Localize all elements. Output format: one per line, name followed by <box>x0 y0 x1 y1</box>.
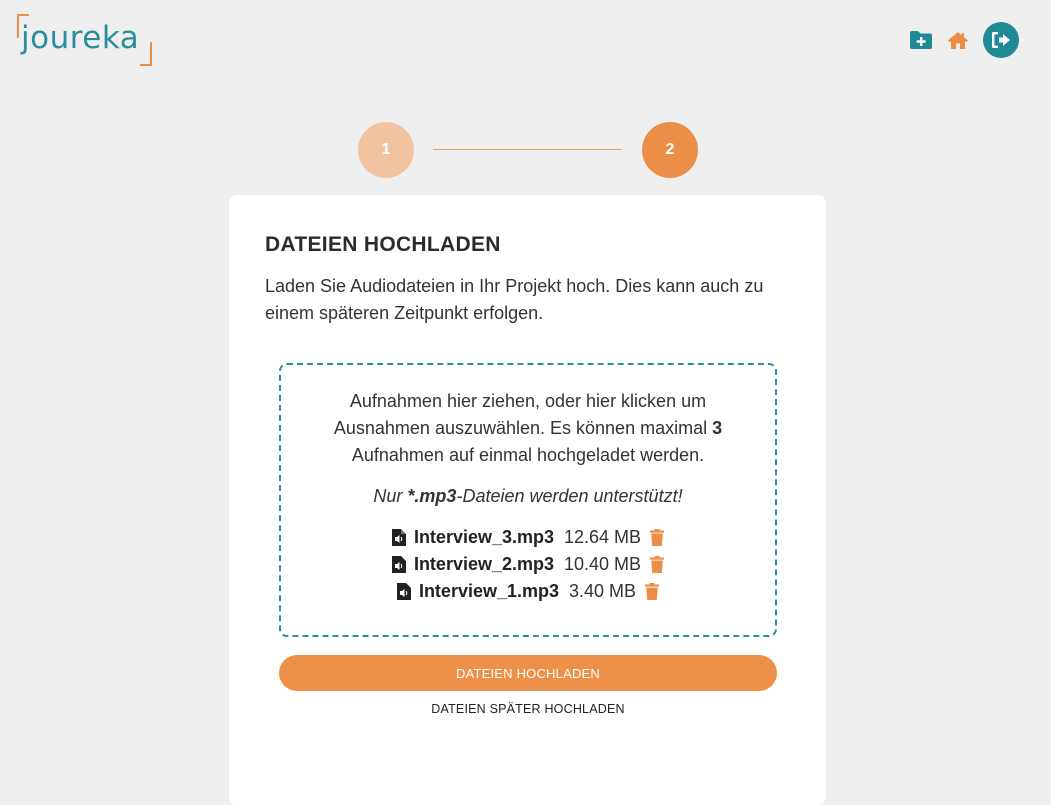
file-item: Interview_3.mp3 12.64 MB <box>281 524 775 551</box>
dropzone-instructions: Aufnahmen hier ziehen, oder hier klicken… <box>333 391 723 465</box>
file-item: Interview_2.mp3 10.40 MB <box>281 551 775 578</box>
header-actions <box>909 22 1019 58</box>
file-size: 3.40 MB <box>569 581 637 601</box>
file-item: Interview_1.mp3 3.40 MB <box>281 578 775 605</box>
file-name: Interview_3.mp3 <box>413 527 554 547</box>
stepper: 1 2 <box>358 122 698 178</box>
file-list: Interview_3.mp3 12.64 MB Interview_2.mp3… <box>281 524 775 605</box>
file-size: 12.64 MB <box>564 527 642 547</box>
logout-button[interactable] <box>983 22 1019 58</box>
upload-later-link[interactable]: DATEIEN SPÄTER HOCHLADEN <box>279 702 777 716</box>
logo-text: joureka <box>21 20 140 56</box>
trash-icon[interactable] <box>645 583 660 600</box>
logo-corner-bottom-right <box>140 42 152 66</box>
trash-icon[interactable] <box>650 556 665 573</box>
file-name: Interview_1.mp3 <box>418 581 559 601</box>
joureka-logo[interactable]: joureka <box>17 14 152 66</box>
upload-description: Laden Sie Audiodateien in Ihr Projekt ho… <box>265 276 764 323</box>
step-1[interactable]: 1 <box>358 122 414 178</box>
max-files-count: 3 <box>712 418 723 438</box>
folder-plus-icon[interactable] <box>909 30 933 50</box>
trash-icon[interactable] <box>650 529 665 546</box>
logout-icon <box>992 32 1010 48</box>
format-note: Nur *.mp3-Dateien werden unterstützt! <box>373 486 683 506</box>
home-icon[interactable] <box>947 31 969 50</box>
audio-file-icon <box>391 556 406 573</box>
file-size: 10.40 MB <box>564 554 642 574</box>
audio-file-icon <box>396 583 411 600</box>
upload-card: DATEIEN HOCHLADEN Laden Sie Audiodateien… <box>229 195 826 805</box>
file-dropzone[interactable]: Aufnahmen hier ziehen, oder hier klicken… <box>279 363 777 637</box>
file-name: Interview_2.mp3 <box>413 554 554 574</box>
step-2: 2 <box>642 122 698 178</box>
page-title: DATEIEN HOCHLADEN <box>265 233 501 256</box>
upload-button[interactable]: DATEIEN HOCHLADEN <box>279 655 777 691</box>
stepper-connector <box>433 149 622 150</box>
audio-file-icon <box>391 529 406 546</box>
